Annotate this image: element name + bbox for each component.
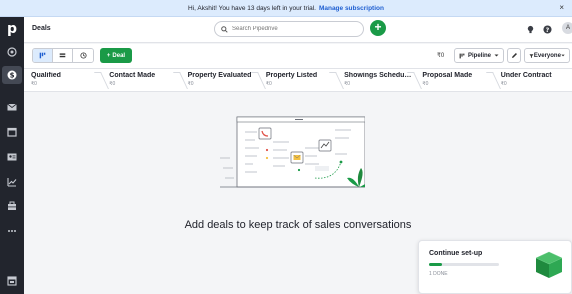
view-switcher [32,48,94,63]
stage-name: Contact Made [109,72,156,79]
stage-under-contract[interactable]: Under Contract ₹0 [494,69,572,91]
search-input[interactable] [232,26,352,32]
more-icon[interactable] [5,224,19,238]
page-title: Deals [32,25,51,32]
stage-qualified[interactable]: Qualified ₹0 [24,69,102,91]
pipedrive-logo[interactable]: p [3,20,21,38]
marketplace-icon[interactable] [5,274,19,288]
edit-pipeline-button[interactable] [507,48,521,63]
add-deal-label: Deal [112,52,126,59]
setup-progress-bar [429,263,499,266]
quick-add-button[interactable]: + [370,20,386,36]
stage-amount: ₹0 [344,81,351,87]
setup-meta: 1 DONE [429,271,448,277]
setup-card[interactable]: Continue set-up 1 DONE [418,240,572,294]
pencil-icon [511,53,517,58]
stage-amount: ₹0 [265,81,272,87]
stage-name: Under Contract [500,72,552,79]
toolbar: + Deal ₹0 Pipeline Everyone [24,44,572,68]
stage-amount: ₹0 [422,81,429,87]
stage-name: Property Listed [265,72,318,79]
add-deal-button[interactable]: + Deal [100,48,132,63]
setup-title: Continue set-up [429,250,483,257]
stage-amount: ₹0 [500,81,507,87]
plus-icon: + [106,52,111,59]
banner-close-button[interactable]: × [559,3,564,12]
stage-name: Proposal Made [422,72,473,79]
stage-contact-made[interactable]: Contact Made ₹0 [102,69,180,91]
svg-text:?: ? [545,26,549,33]
list-icon [59,53,66,58]
pipeline-select[interactable]: Pipeline [454,48,504,63]
bulb-icon[interactable] [524,23,536,35]
pipeline-label: Pipeline [467,52,491,59]
stage-amount: ₹0 [31,81,37,87]
sidebar: p $ [0,17,24,294]
deals-icon[interactable]: $ [2,66,22,84]
setup-progress-fill [429,263,442,266]
stage-amount: ₹0 [187,81,194,87]
pipeline-total: ₹0 [437,53,445,59]
calendar-icon[interactable] [5,125,19,139]
chart-icon[interactable] [5,175,19,189]
stage-showings-scheduled[interactable]: Showings Schedu… ₹0 [337,69,415,91]
stage-property-listed[interactable]: Property Listed ₹0 [259,69,337,91]
stage-property-evaluated[interactable]: Property Evaluated ₹0 [181,69,259,91]
target-icon[interactable] [5,45,19,59]
stage-name: Qualified [31,72,61,79]
stage-proposal-made[interactable]: Proposal Made ₹0 [415,69,493,91]
products-icon[interactable] [5,199,19,213]
empty-state-illustration [220,116,365,188]
stage-name: Property Evaluated [187,72,252,79]
chevron-down-icon [494,54,499,57]
kanban-icon [39,52,46,59]
cube-icon [535,251,563,278]
kanban-view-button[interactable] [33,49,53,62]
owner-filter-select[interactable]: Everyone [524,48,570,63]
kanban-icon [459,53,465,58]
stage-name: Showings Schedu… [344,72,412,79]
chevron-down-icon [561,54,565,57]
stage-amount: ₹0 [109,81,116,87]
list-view-button[interactable] [53,49,73,62]
avatar[interactable]: A [562,22,572,34]
manage-subscription-link[interactable]: Manage subscription [319,5,384,12]
forecast-icon [79,52,87,59]
search-box[interactable] [214,21,364,37]
mail-icon[interactable] [5,100,19,114]
top-bar: Deals + ? A [24,17,572,43]
empty-state-title: Add deals to keep track of sales convers… [184,219,412,231]
search-icon [221,25,228,33]
trial-banner: Hi, Akshit! You have 13 days left in you… [0,0,572,17]
help-icon[interactable]: ? [541,23,553,35]
contacts-icon[interactable] [5,150,19,164]
owner-filter-label: Everyone [533,52,561,59]
pipeline-stages: Qualified ₹0 Contact Made ₹0 Property Ev… [24,68,572,92]
forecast-view-button[interactable] [73,49,93,62]
svg-text:$: $ [10,72,15,80]
trial-text: Hi, Akshit! You have 13 days left in you… [188,4,316,12]
